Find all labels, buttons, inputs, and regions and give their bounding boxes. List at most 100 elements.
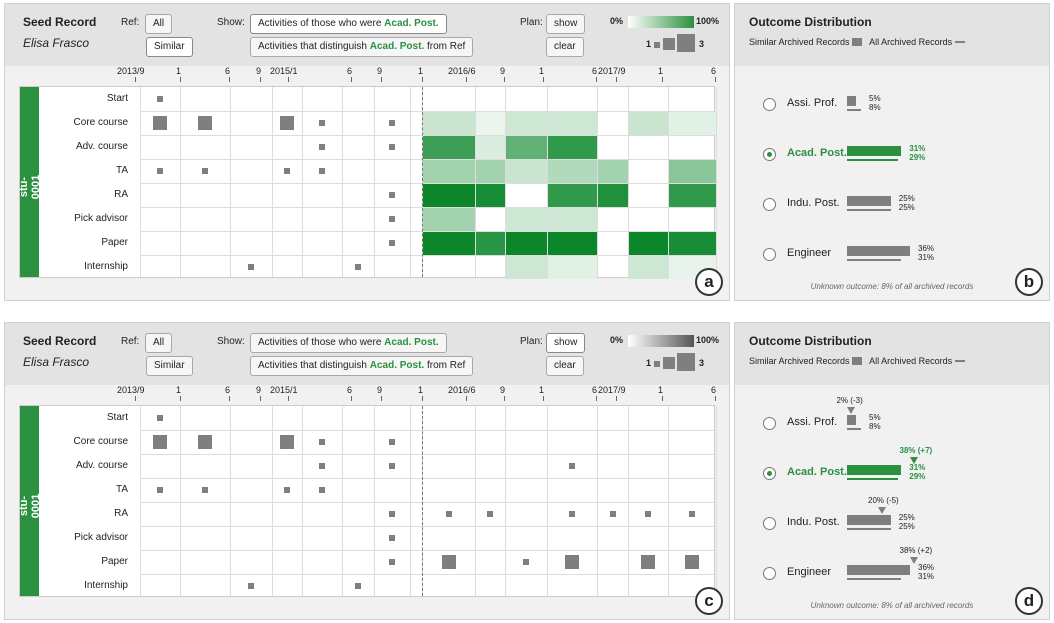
history-activity-mark[interactable] <box>389 511 395 517</box>
plan-show-button[interactable]: show <box>546 333 586 353</box>
plan-heat-cell[interactable] <box>598 160 628 183</box>
history-activity-mark[interactable] <box>157 168 163 174</box>
outcome-label[interactable]: Acad. Post. <box>787 466 847 478</box>
plan-clear-button[interactable]: clear <box>546 37 584 57</box>
plan-heat-cell[interactable] <box>423 232 475 255</box>
outcome-label[interactable]: Engineer <box>787 247 831 259</box>
plan-heat-cell[interactable] <box>506 112 547 135</box>
plan-show-button[interactable]: show <box>546 14 586 34</box>
plan-heat-cell[interactable] <box>476 112 505 135</box>
history-activity-mark[interactable] <box>198 435 212 449</box>
plan-heat-cell[interactable] <box>476 184 505 207</box>
outcome-label[interactable]: Indu. Post. <box>787 516 840 528</box>
plan-heat-cell[interactable] <box>423 160 475 183</box>
plan-heat-cell[interactable] <box>423 112 475 135</box>
plan-heat-cell[interactable] <box>629 112 668 135</box>
plan-heat-cell[interactable] <box>506 136 547 159</box>
history-activity-mark[interactable] <box>157 415 163 421</box>
plan-heat-cell[interactable] <box>548 232 597 255</box>
outcome-radio[interactable] <box>763 198 776 211</box>
outcome-label[interactable]: Indu. Post. <box>787 197 840 209</box>
plan-heat-cell[interactable] <box>548 208 597 231</box>
plan-heat-cell[interactable] <box>476 136 505 159</box>
plan-heat-cell[interactable] <box>506 208 547 231</box>
outcome-radio[interactable] <box>763 517 776 530</box>
ref-all-button[interactable]: All <box>145 14 173 34</box>
history-activity-mark[interactable] <box>355 264 361 270</box>
plan-heat-cell[interactable] <box>629 232 668 255</box>
plan-heat-cell[interactable] <box>548 184 597 207</box>
plan-activity-mark[interactable] <box>645 511 651 517</box>
plan-heat-cell[interactable] <box>548 112 597 135</box>
plan-heat-cell[interactable] <box>423 184 475 207</box>
show-distinguish-button[interactable]: Activities that distinguish Acad. Post. … <box>250 37 474 57</box>
ref-similar-button[interactable]: Similar <box>146 37 193 57</box>
history-activity-mark[interactable] <box>198 116 212 130</box>
plan-clear-button[interactable]: clear <box>546 356 584 376</box>
plan-heat-cell[interactable] <box>506 160 547 183</box>
history-activity-mark[interactable] <box>319 144 325 150</box>
history-activity-mark[interactable] <box>248 264 254 270</box>
ref-all-button[interactable]: All <box>145 333 173 353</box>
history-activity-mark[interactable] <box>319 168 325 174</box>
plan-heat-cell[interactable] <box>598 184 628 207</box>
history-activity-mark[interactable] <box>389 120 395 126</box>
history-activity-mark[interactable] <box>284 487 290 493</box>
history-activity-mark[interactable] <box>389 439 395 445</box>
plan-heat-cell[interactable] <box>506 256 547 279</box>
outcome-label[interactable]: Engineer <box>787 566 831 578</box>
history-activity-mark[interactable] <box>319 120 325 126</box>
history-activity-mark[interactable] <box>389 144 395 150</box>
history-activity-mark[interactable] <box>157 487 163 493</box>
plan-activity-mark[interactable] <box>441 555 456 569</box>
history-activity-mark[interactable] <box>355 583 361 589</box>
history-activity-mark[interactable] <box>153 116 167 130</box>
history-activity-mark[interactable] <box>202 168 208 174</box>
outcome-radio[interactable] <box>763 467 776 480</box>
history-activity-mark[interactable] <box>389 535 395 541</box>
history-activity-mark[interactable] <box>389 216 395 222</box>
plan-activity-mark[interactable] <box>641 555 655 569</box>
outcome-radio[interactable] <box>763 98 776 111</box>
history-activity-mark[interactable] <box>389 463 395 469</box>
outcome-radio[interactable] <box>763 148 776 161</box>
show-outcome-activities-button[interactable]: Activities of those who were Acad. Post. <box>250 14 447 34</box>
plan-activity-mark[interactable] <box>487 511 493 517</box>
history-activity-mark[interactable] <box>389 240 395 246</box>
plan-activity-mark[interactable] <box>609 511 616 517</box>
history-activity-mark[interactable] <box>319 487 325 493</box>
plan-heat-cell[interactable] <box>548 160 597 183</box>
outcome-label[interactable]: Acad. Post. <box>787 147 847 159</box>
history-activity-mark[interactable] <box>280 116 294 130</box>
plan-heat-cell[interactable] <box>548 256 597 279</box>
history-activity-mark[interactable] <box>319 439 325 445</box>
plan-heat-cell[interactable] <box>476 160 505 183</box>
history-activity-mark[interactable] <box>153 435 167 449</box>
outcome-radio[interactable] <box>763 417 776 430</box>
plan-heat-cell[interactable] <box>669 184 716 207</box>
history-activity-mark[interactable] <box>389 559 395 565</box>
plan-activity-mark[interactable] <box>569 463 575 469</box>
outcome-radio[interactable] <box>763 567 776 580</box>
plan-activity-mark[interactable] <box>685 555 699 569</box>
plan-heat-cell[interactable] <box>423 136 475 159</box>
outcome-label[interactable]: Assi. Prof. <box>787 97 837 109</box>
outcome-label[interactable]: Assi. Prof. <box>787 416 837 428</box>
plan-heat-cell[interactable] <box>629 256 668 279</box>
history-activity-mark[interactable] <box>157 96 163 102</box>
plan-activity-mark[interactable] <box>523 559 529 565</box>
ref-similar-button[interactable]: Similar <box>146 356 193 376</box>
plan-activity-mark[interactable] <box>569 511 575 517</box>
history-activity-mark[interactable] <box>319 463 325 469</box>
plan-heat-cell[interactable] <box>669 112 716 135</box>
outcome-radio[interactable] <box>763 248 776 261</box>
plan-heat-cell[interactable] <box>476 232 505 255</box>
plan-heat-cell[interactable] <box>669 160 716 183</box>
history-activity-mark[interactable] <box>248 583 254 589</box>
history-activity-mark[interactable] <box>280 435 294 449</box>
plan-heat-cell[interactable] <box>548 136 597 159</box>
plan-heat-cell[interactable] <box>423 208 475 231</box>
plan-heat-cell[interactable] <box>669 232 716 255</box>
plan-activity-mark[interactable] <box>565 555 579 569</box>
show-outcome-activities-button[interactable]: Activities of those who were Acad. Post. <box>250 333 447 353</box>
